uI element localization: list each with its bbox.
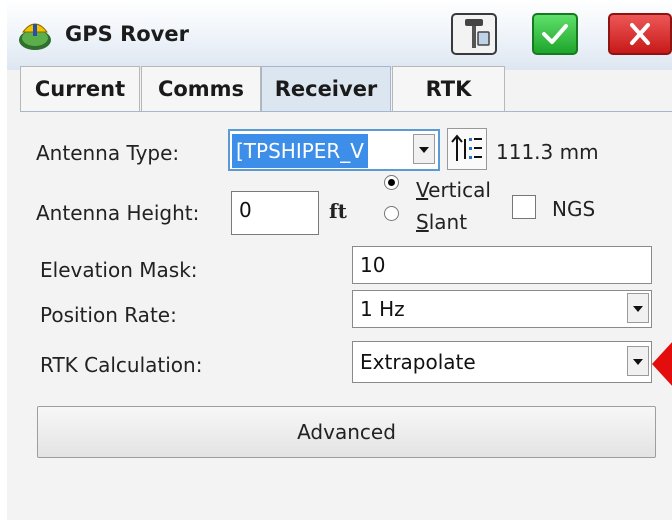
slant-radio[interactable] bbox=[384, 206, 399, 221]
vertical-radio[interactable] bbox=[384, 175, 399, 190]
antenna-offset-value: 111.3 mm bbox=[496, 140, 599, 164]
ok-button[interactable] bbox=[532, 13, 578, 55]
ngs-checkbox[interactable] bbox=[512, 195, 536, 219]
gps-rover-icon bbox=[19, 23, 51, 50]
elevation-mask-label: Elevation Mask: bbox=[40, 258, 198, 282]
ngs-label: NGS bbox=[552, 197, 596, 221]
tab-divider bbox=[20, 111, 672, 112]
antenna-offset-button[interactable] bbox=[447, 128, 487, 170]
position-rate-value: 1 Hz bbox=[360, 297, 405, 321]
slant-label: Slant bbox=[416, 210, 468, 234]
antenna-measure-icon bbox=[451, 134, 482, 161]
red-arrow-annotation bbox=[652, 340, 672, 388]
close-button[interactable] bbox=[608, 13, 672, 55]
antenna-tool-icon bbox=[465, 19, 490, 48]
antenna-type-dropdown[interactable]: [TPSHIPER_V bbox=[228, 129, 440, 171]
chevron-down-icon[interactable] bbox=[627, 293, 649, 323]
window-title: GPS Rover bbox=[65, 22, 189, 46]
height-unit: ft bbox=[329, 199, 347, 223]
chevron-down-icon[interactable] bbox=[627, 346, 649, 376]
antenna-height-label: Antenna Height: bbox=[36, 201, 200, 225]
tab-receiver[interactable]: Receiver bbox=[261, 66, 391, 112]
vertical-label: Vertical bbox=[416, 178, 491, 202]
tab-comms[interactable]: Comms bbox=[141, 66, 261, 112]
antenna-type-label: Antenna Type: bbox=[36, 141, 180, 165]
check-icon bbox=[542, 24, 568, 44]
position-rate-label: Position Rate: bbox=[40, 303, 177, 327]
advanced-button[interactable]: Advanced bbox=[37, 406, 656, 458]
rtk-calculation-value: Extrapolate bbox=[360, 350, 476, 374]
tab-current[interactable]: Current bbox=[20, 66, 140, 112]
elevation-mask-input[interactable]: 10 bbox=[352, 246, 652, 284]
antenna-height-input[interactable]: 0 bbox=[231, 191, 319, 235]
chevron-down-icon[interactable] bbox=[413, 134, 435, 164]
antenna-type-value: [TPSHIPER_V bbox=[232, 134, 368, 168]
rtk-calculation-label: RTK Calculation: bbox=[40, 353, 203, 377]
close-icon bbox=[630, 23, 650, 45]
antenna-settings-button[interactable] bbox=[451, 13, 497, 55]
tab-rtk[interactable]: RTK bbox=[392, 66, 505, 112]
position-rate-dropdown[interactable]: 1 Hz bbox=[352, 290, 652, 328]
rtk-calculation-dropdown[interactable]: Extrapolate bbox=[352, 341, 652, 383]
